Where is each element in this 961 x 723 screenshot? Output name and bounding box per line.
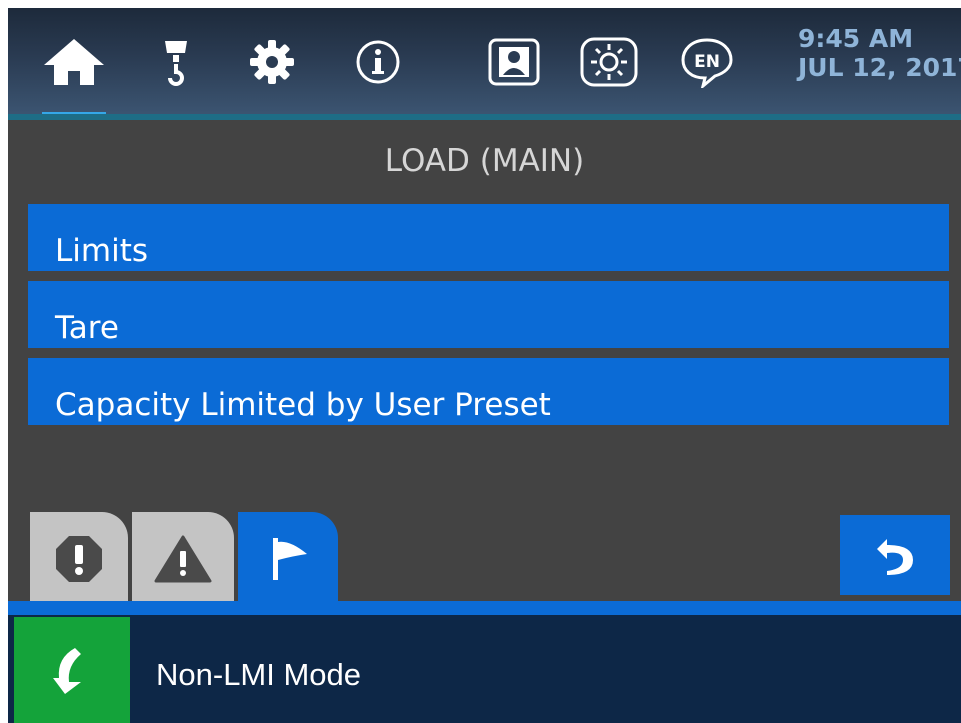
- menu-item-tare[interactable]: Tare: [28, 281, 949, 348]
- back-button[interactable]: [840, 515, 950, 595]
- status-bar: Non-LMI Mode: [8, 615, 961, 723]
- menu-item-limits[interactable]: Limits: [28, 204, 949, 271]
- screen: EN 9:45 AM JUL 12, 2017 LOAD (MAIN) Limi…: [8, 8, 961, 723]
- error-octagon-icon: [56, 536, 102, 582]
- mode-arrow-icon: [53, 648, 81, 694]
- time: 9:45 AM: [798, 24, 914, 53]
- tab-flags[interactable]: [238, 512, 338, 608]
- menu-item-label: Capacity Limited by User Preset: [55, 387, 551, 423]
- menu-item-capacity-limited[interactable]: Capacity Limited by User Preset: [28, 358, 949, 425]
- clock: 9:45 AM JUL 12, 2017: [798, 24, 961, 82]
- menu-item-label: Limits: [55, 233, 148, 269]
- brightness-icon: [580, 37, 638, 87]
- operator-button[interactable]: [486, 38, 542, 86]
- language-label: EN: [694, 52, 720, 72]
- crane-hook-button[interactable]: [156, 38, 196, 86]
- language-button[interactable]: EN: [678, 38, 736, 88]
- flag-icon: [273, 538, 307, 580]
- crane-hook-icon: [165, 41, 187, 86]
- language-icon: EN: [681, 38, 733, 88]
- page-title: LOAD (MAIN): [384, 143, 585, 179]
- date: JUL 12, 2017: [798, 53, 961, 82]
- mode-button[interactable]: [14, 617, 130, 723]
- tab-warnings[interactable]: [132, 512, 234, 604]
- top-bar: EN 9:45 AM JUL 12, 2017: [8, 8, 961, 120]
- home-button[interactable]: [42, 38, 106, 86]
- operator-icon: [488, 38, 540, 86]
- info-button[interactable]: [352, 38, 404, 86]
- home-icon: [44, 39, 104, 85]
- gear-icon: [250, 40, 294, 84]
- mode-label: Non-LMI Mode: [156, 657, 362, 692]
- settings-button[interactable]: [246, 38, 298, 86]
- menu-item-label: Tare: [55, 310, 119, 346]
- warning-triangle-icon: [154, 535, 212, 583]
- tab-errors[interactable]: [30, 512, 128, 604]
- top-bar-divider: [8, 114, 961, 120]
- back-arrow-icon: [877, 539, 913, 575]
- info-icon: [356, 40, 400, 84]
- brightness-button[interactable]: [578, 37, 640, 87]
- tab-strip: [8, 601, 961, 615]
